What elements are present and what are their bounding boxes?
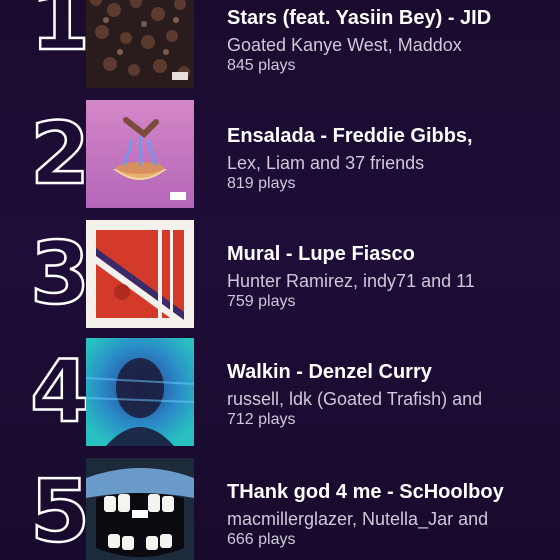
bowl-album-art-icon[interactable] bbox=[86, 100, 194, 208]
track-row-2[interactable]: 2 Ensalada - Freddie Gibbs, Lex, Liam an… bbox=[0, 100, 560, 210]
play-count: 759 plays bbox=[227, 293, 296, 310]
red-stripe-album-art-icon[interactable] bbox=[86, 220, 194, 328]
play-count: 712 plays bbox=[227, 411, 296, 428]
track-title[interactable]: Stars (feat. Yasiin Bey) - JID bbox=[227, 6, 557, 30]
track-title[interactable]: Mural - Lupe Fiasco bbox=[227, 242, 557, 266]
blurred-portrait-album-art-icon[interactable] bbox=[86, 338, 194, 446]
mouth-album-art-icon[interactable] bbox=[86, 458, 194, 560]
friends-listened: Goated Kanye West, Maddox bbox=[227, 35, 462, 55]
friends-listened: macmillerglazer, Nutella_Jar and bbox=[227, 509, 489, 529]
rank-number: 4 bbox=[29, 342, 91, 442]
rank-number: 3 bbox=[29, 224, 91, 324]
rank-number: 1 bbox=[29, 0, 91, 70]
track-title[interactable]: Walkin - Denzel Curry bbox=[227, 360, 557, 384]
friends-listened: Lex, Liam and 37 friends bbox=[227, 153, 425, 173]
friends-listened: russell, ldk (Goated Trafish) and bbox=[227, 389, 483, 409]
track-row-1[interactable]: 1 Stars (feat. Yasiin Bey) - JID Goated … bbox=[0, 0, 560, 90]
play-count: 845 plays bbox=[227, 57, 296, 74]
friends-listened: Hunter Ramirez, indy71 and 11 bbox=[227, 271, 475, 291]
track-title[interactable]: THank god 4 me - ScHoolboy bbox=[227, 480, 557, 504]
rank-number: 2 bbox=[29, 104, 91, 204]
rank-number: 5 bbox=[29, 462, 91, 560]
track-row-3[interactable]: 3 Mural - Lupe Fiasco Hunter Ramirez, in… bbox=[0, 220, 560, 330]
play-count: 819 plays bbox=[227, 175, 296, 192]
play-count: 666 plays bbox=[227, 531, 296, 548]
track-row-5[interactable]: 5 THank god 4 me - ScHoolboy macmillergl… bbox=[0, 458, 560, 560]
track-title[interactable]: Ensalada - Freddie Gibbs, bbox=[227, 124, 557, 148]
top-tracks-list: 1 Stars (feat. Yasiin Bey) - JID Goated … bbox=[0, 0, 560, 560]
track-row-4[interactable]: 4 Walkin - Denzel Curry russell, ldk (Go… bbox=[0, 338, 560, 448]
crowd-album-art-icon[interactable] bbox=[86, 0, 194, 88]
